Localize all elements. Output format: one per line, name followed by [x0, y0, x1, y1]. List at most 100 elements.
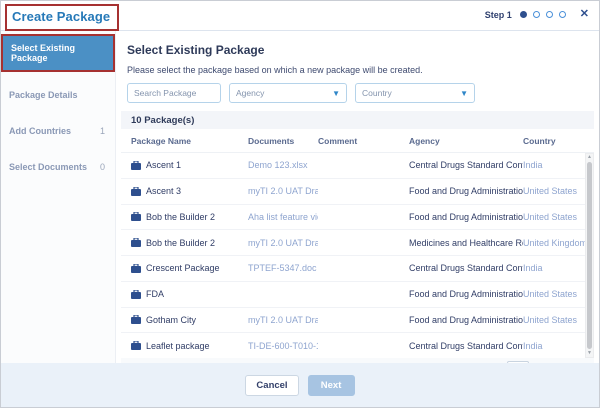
package-briefcase-icon	[131, 290, 141, 299]
scrollbar-up-arrow[interactable]: ▲	[587, 155, 592, 160]
package-name-text: Ascent 1	[146, 160, 181, 170]
scrollbar-thumb[interactable]	[587, 162, 592, 349]
package-name-cell: Leaflet package	[121, 341, 248, 351]
document-link[interactable]: myTI 2.0 UAT Draft S	[248, 238, 318, 248]
table-row[interactable]: Bob the Builder 2 Aha list feature view …	[121, 205, 585, 231]
package-name-cell: Ascent 3	[121, 186, 248, 196]
package-name-cell: Bob the Builder 2	[121, 238, 248, 248]
package-name-cell: FDA	[121, 289, 248, 299]
document-link[interactable]: Aha list feature view	[248, 212, 318, 222]
agency-cell: Central Drugs Standard Control Orga	[409, 160, 523, 170]
step-dot-4	[559, 11, 566, 18]
country-cell: United States	[523, 315, 585, 325]
table-body: Ascent 1 Demo 123.xlsx Central Drugs Sta…	[121, 153, 585, 358]
package-name-cell: Crescent Package	[121, 263, 248, 273]
wizard-sidebar: Select Existing Package Package Details …	[1, 31, 116, 363]
country-cell: India	[523, 341, 585, 351]
create-package-modal: Create Package Step 1 ✕ Select Existing …	[0, 0, 600, 408]
document-link[interactable]: Demo 123.xlsx	[248, 160, 318, 170]
agency-cell: Food and Drug Administration (FDA)	[409, 212, 523, 222]
step-indicator: Step 1 ✕	[485, 9, 589, 20]
column-header-country: Country	[523, 136, 585, 146]
document-link[interactable]: myTI 2.0 UAT Draft S	[248, 186, 318, 196]
sidebar-item-select-existing-package[interactable]: Select Existing Package	[1, 34, 115, 72]
package-name-cell: Gotham City	[121, 315, 248, 325]
title-annotation-box: Create Package	[5, 4, 119, 31]
sidebar-item-package-details[interactable]: Package Details	[1, 82, 115, 108]
search-package-input[interactable]	[127, 83, 221, 103]
package-name-cell: Bob the Builder 2	[121, 212, 248, 222]
sidebar-item-label: Select Existing Package	[11, 43, 103, 63]
table-row[interactable]: Ascent 1 Demo 123.xlsx Central Drugs Sta…	[121, 153, 585, 179]
column-header-documents: Documents	[248, 136, 318, 146]
add-countries-count: 1	[100, 126, 105, 136]
table-header-row: Package Name Documents Comment Agency Co…	[121, 129, 585, 152]
country-cell: India	[523, 263, 585, 273]
sidebar-item-add-countries[interactable]: Add Countries 1	[1, 118, 115, 144]
table-row[interactable]: Crescent Package TPTEF-5347.doc Central …	[121, 256, 585, 282]
next-button[interactable]: Next	[308, 375, 355, 396]
agency-select[interactable]: Agency ▼	[229, 83, 347, 103]
document-link[interactable]: TPTEF-5347.doc	[248, 263, 318, 273]
package-briefcase-icon	[131, 212, 141, 221]
package-name-text: FDA	[146, 289, 164, 299]
country-select-value: Country	[362, 88, 392, 98]
package-briefcase-icon	[131, 238, 141, 247]
package-name-text: Gotham City	[146, 315, 196, 325]
section-heading: Select Existing Package	[127, 43, 595, 57]
filter-bar: Agency ▼ Country ▼	[127, 83, 595, 103]
chevron-down-icon: ▼	[332, 89, 340, 98]
modal-body: Select Existing Package Package Details …	[1, 31, 599, 363]
package-name-cell: Ascent 1	[121, 160, 248, 170]
package-name-text: Ascent 3	[146, 186, 181, 196]
package-name-text: Bob the Builder 2	[146, 238, 215, 248]
agency-cell: Central Drugs Standard Control Orga	[409, 341, 523, 351]
table-row[interactable]: Bob the Builder 2 myTI 2.0 UAT Draft S M…	[121, 230, 585, 256]
modal-header: Create Package Step 1 ✕	[1, 1, 599, 31]
agency-cell: Central Drugs Standard Control Orga	[409, 263, 523, 273]
package-count-bar: 10 Package(s)	[121, 111, 594, 129]
country-select[interactable]: Country ▼	[355, 83, 475, 103]
table-row[interactable]: FDA Food and Drug Administration (FDA) U…	[121, 282, 585, 308]
scrollbar-down-arrow[interactable]: ▼	[587, 351, 592, 356]
section-description: Please select the package based on which…	[127, 65, 595, 75]
country-cell: United States	[523, 212, 585, 222]
country-cell: India	[523, 160, 585, 170]
document-link[interactable]: TI-DE-600-T010-1_x2l	[248, 341, 318, 351]
table-row[interactable]: Ascent 3 myTI 2.0 UAT Draft S Food and D…	[121, 179, 585, 205]
column-header-package-name: Package Name	[121, 136, 248, 146]
country-cell: United States	[523, 289, 585, 299]
document-link[interactable]: myTI 2.0 UAT Draft S	[248, 315, 318, 325]
column-header-comment: Comment	[318, 136, 409, 146]
modal-footer: Cancel Next	[1, 363, 599, 407]
package-name-text: Leaflet package	[146, 341, 210, 351]
table-scroll-area: Ascent 1 Demo 123.xlsx Central Drugs Sta…	[121, 152, 594, 358]
sidebar-item-label: Add Countries	[9, 126, 71, 136]
cancel-button[interactable]: Cancel	[245, 375, 298, 396]
package-name-text: Crescent Package	[146, 263, 220, 273]
step-dot-1-active	[520, 11, 527, 18]
column-header-agency: Agency	[409, 136, 523, 146]
table-row[interactable]: Leaflet package TI-DE-600-T010-1_x2l Cen…	[121, 333, 585, 358]
step-label: Step 1	[485, 10, 512, 20]
package-briefcase-icon	[131, 341, 141, 350]
table-row[interactable]: Gotham City myTI 2.0 UAT Draft S Food an…	[121, 308, 585, 334]
sidebar-item-select-documents[interactable]: Select Documents 0	[1, 154, 115, 180]
package-count-label: 10 Package(s)	[131, 115, 194, 126]
chevron-down-icon: ▼	[460, 89, 468, 98]
agency-cell: Medicines and Healthcare Regulator	[409, 238, 523, 248]
select-documents-count: 0	[100, 162, 105, 172]
country-cell: United States	[523, 186, 585, 196]
package-name-text: Bob the Builder 2	[146, 212, 215, 222]
sidebar-item-label: Select Documents	[9, 162, 87, 172]
package-briefcase-icon	[131, 315, 141, 324]
package-briefcase-icon	[131, 187, 141, 196]
step-dot-3	[546, 11, 553, 18]
package-briefcase-icon	[131, 264, 141, 273]
agency-cell: Food and Drug Administration (FDA)	[409, 315, 523, 325]
close-icon[interactable]: ✕	[580, 9, 589, 20]
vertical-scrollbar[interactable]: ▲ ▼	[585, 153, 594, 358]
main-panel: Select Existing Package Please select th…	[116, 31, 599, 363]
page-title: Create Package	[12, 9, 110, 24]
agency-cell: Food and Drug Administration (FDA)	[409, 186, 523, 196]
